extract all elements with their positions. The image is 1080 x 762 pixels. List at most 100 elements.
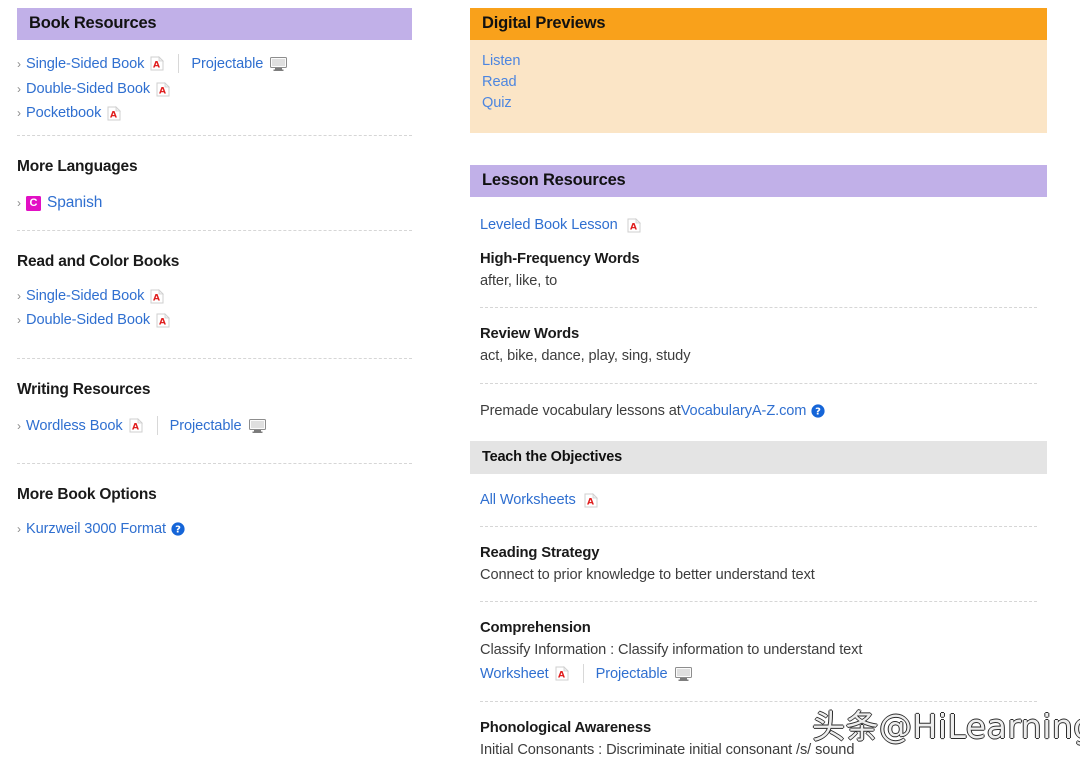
- listen-link[interactable]: Listen: [482, 53, 1035, 69]
- projectable-link[interactable]: Projectable: [191, 56, 263, 72]
- chevron-right-icon: ›: [17, 56, 21, 71]
- pdf-icon: A: [627, 217, 641, 233]
- more-book-options-section: More Book Options › Kurzweil 3000 Format…: [17, 464, 412, 537]
- lesson-resources-header: Lesson Resources: [470, 165, 1047, 197]
- reading-strategy-block: Reading Strategy Connect to prior knowle…: [480, 545, 1037, 583]
- digital-previews-header: Digital Previews: [470, 8, 1047, 40]
- reading-strategy-title: Reading Strategy: [480, 545, 600, 561]
- single-sided-book-link[interactable]: Single-Sided Book: [26, 56, 144, 72]
- list-item[interactable]: › Double-Sided Book A: [17, 81, 412, 97]
- divider: [480, 701, 1037, 702]
- phonological-awareness-block: Phonological Awareness Initial Consonant…: [480, 720, 1037, 758]
- teach-the-objectives-body: All Worksheets A Reading Strategy Connec…: [470, 474, 1047, 762]
- spanish-badge-icon: C: [26, 195, 41, 211]
- writing-resources-title: Writing Resources: [17, 381, 151, 398]
- pdf-icon: A: [150, 288, 165, 304]
- help-icon[interactable]: ?: [811, 404, 825, 418]
- pdf-icon: A: [129, 418, 143, 433]
- read-and-color-books-title: Read and Color Books: [17, 253, 180, 270]
- wordless-book-link[interactable]: Wordless Book: [26, 418, 123, 434]
- read-color-double-sided-link[interactable]: Double-Sided Book: [26, 312, 150, 328]
- leveled-book-lesson-row[interactable]: Leveled Book Lesson A: [480, 217, 1037, 233]
- book-resources-list: › Single-Sided Book A Projectable › Doub…: [17, 40, 412, 121]
- chevron-right-icon: ›: [17, 313, 21, 327]
- svg-text:A: A: [159, 86, 166, 96]
- phonological-awareness-value: Initial Consonants : Discriminate initia…: [480, 742, 855, 758]
- list-item[interactable]: › Pocketbook A: [17, 105, 412, 121]
- svg-text:?: ?: [175, 525, 181, 536]
- chevron-right-icon: ›: [17, 289, 21, 303]
- spanish-link[interactable]: Spanish: [47, 194, 102, 212]
- pdf-icon: A: [584, 492, 598, 508]
- comprehension-worksheet-link[interactable]: Worksheet: [480, 666, 549, 682]
- writing-projectable-link[interactable]: Projectable: [170, 418, 242, 434]
- monitor-icon: [248, 418, 266, 433]
- high-frequency-words-title: High-Frequency Words: [480, 251, 640, 267]
- help-icon[interactable]: ?: [171, 522, 185, 536]
- lesson-resources-body: Leveled Book Lesson A High-Frequency Wor…: [470, 197, 1047, 419]
- svg-text:A: A: [132, 423, 139, 433]
- list-item[interactable]: › Kurzweil 3000 Format ?: [17, 521, 412, 537]
- separator: [156, 416, 158, 435]
- review-words-block: Review Words act, bike, dance, play, sin…: [480, 326, 1037, 364]
- chevron-right-icon: ›: [17, 418, 21, 433]
- comprehension-links-row: Worksheet A Projectable: [480, 664, 1037, 683]
- all-worksheets-row[interactable]: All Worksheets A: [480, 492, 1037, 508]
- kurzweil-format-link[interactable]: Kurzweil 3000 Format: [26, 521, 166, 537]
- teach-the-objectives-header: Teach the Objectives: [470, 441, 1047, 474]
- svg-text:A: A: [159, 317, 166, 327]
- svg-text:A: A: [587, 497, 594, 507]
- list-item[interactable]: › Single-Sided Book A Projectable: [17, 54, 412, 73]
- pdf-icon: A: [150, 56, 165, 71]
- right-column: Digital Previews Listen Read Quiz Lesson…: [470, 8, 1047, 762]
- high-frequency-words-block: High-Frequency Words after, like, to: [480, 251, 1037, 289]
- phonological-awareness-title: Phonological Awareness: [480, 720, 652, 736]
- list-item[interactable]: › C Spanish: [17, 194, 412, 212]
- list-item[interactable]: › Wordless Book A Projectable: [17, 416, 412, 435]
- vocabulary-az-link[interactable]: VocabularyA-Z.com: [681, 403, 807, 419]
- divider: [480, 601, 1037, 602]
- read-color-single-sided-link[interactable]: Single-Sided Book: [26, 288, 144, 304]
- pdf-icon: A: [156, 81, 171, 97]
- chevron-right-icon: ›: [17, 106, 21, 120]
- separator: [582, 664, 584, 683]
- more-languages-section: More Languages › C Spanish: [17, 136, 412, 230]
- monitor-icon: [674, 666, 692, 681]
- high-frequency-words-value: after, like, to: [480, 273, 558, 289]
- reading-strategy-value: Connect to prior knowledge to better und…: [480, 567, 815, 583]
- separator: [178, 54, 180, 73]
- comprehension-projectable-link[interactable]: Projectable: [596, 666, 668, 682]
- double-sided-book-link[interactable]: Double-Sided Book: [26, 81, 150, 97]
- chevron-right-icon: ›: [17, 522, 21, 536]
- book-resources-header: Book Resources: [17, 8, 412, 40]
- svg-text:A: A: [153, 61, 160, 71]
- list-item[interactable]: › Single-Sided Book A: [17, 288, 412, 304]
- svg-text:A: A: [558, 671, 565, 681]
- chevron-right-icon: ›: [17, 196, 21, 210]
- digital-previews-panel: Listen Read Quiz: [470, 40, 1047, 133]
- comprehension-block: Comprehension Classify Information : Cla…: [480, 620, 1037, 683]
- premade-vocabulary-row: Premade vocabulary lessons at Vocabulary…: [480, 403, 1037, 419]
- more-languages-title: More Languages: [17, 158, 138, 175]
- review-words-value: act, bike, dance, play, sing, study: [480, 348, 691, 364]
- monitor-icon: [270, 56, 288, 71]
- pocketbook-link[interactable]: Pocketbook: [26, 105, 101, 121]
- premade-prefix-text: Premade vocabulary lessons at: [480, 403, 681, 419]
- divider: [480, 526, 1037, 527]
- resource-page: Book Resources › Single-Sided Book A Pro…: [0, 0, 1080, 762]
- divider: [480, 383, 1037, 384]
- left-column: Book Resources › Single-Sided Book A Pro…: [17, 8, 412, 537]
- svg-text:?: ?: [815, 407, 821, 418]
- chevron-right-icon: ›: [17, 82, 21, 96]
- more-book-options-title: More Book Options: [17, 486, 157, 503]
- quiz-link[interactable]: Quiz: [482, 95, 1035, 111]
- list-item[interactable]: › Double-Sided Book A: [17, 312, 412, 328]
- pdf-icon: A: [156, 312, 171, 328]
- svg-text:A: A: [153, 293, 160, 303]
- read-link[interactable]: Read: [482, 74, 1035, 90]
- divider: [480, 307, 1037, 308]
- all-worksheets-link[interactable]: All Worksheets: [480, 492, 576, 508]
- leveled-book-lesson-link[interactable]: Leveled Book Lesson: [480, 217, 618, 233]
- writing-resources-section: Writing Resources › Wordless Book A Proj…: [17, 359, 412, 449]
- pdf-icon: A: [555, 666, 569, 681]
